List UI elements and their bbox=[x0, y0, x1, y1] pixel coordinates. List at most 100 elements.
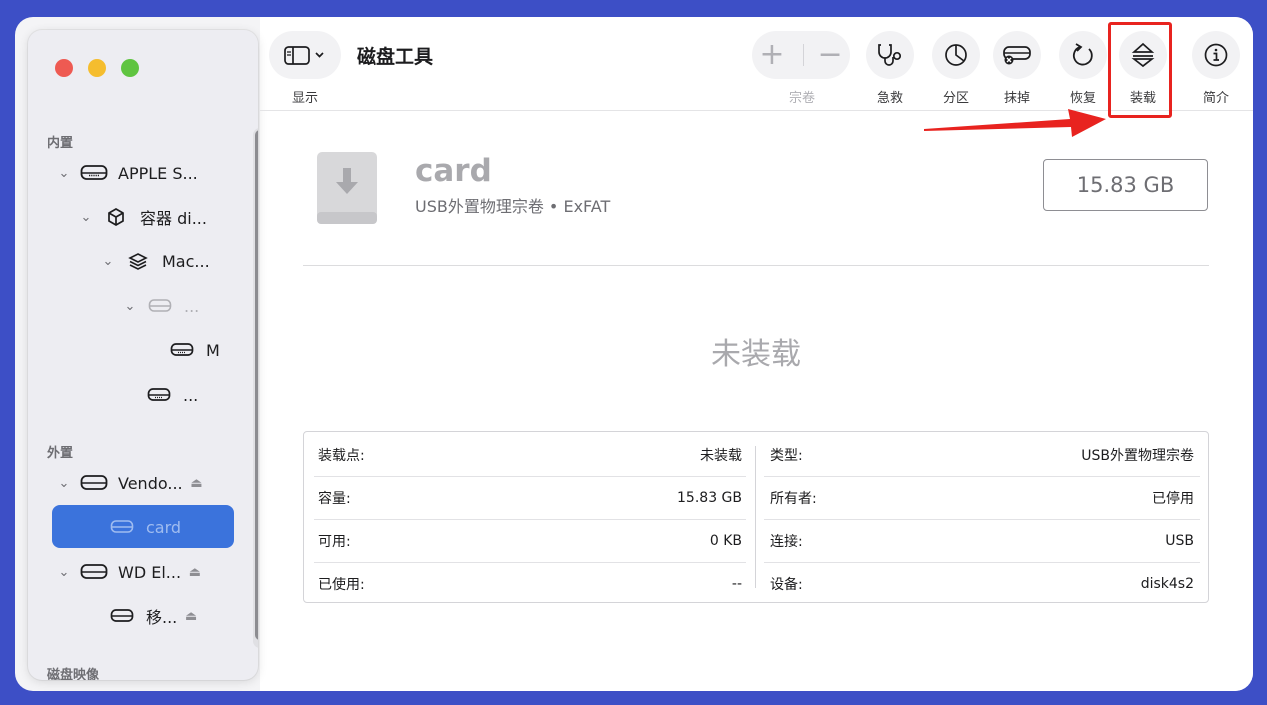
remove-volume-icon[interactable]: − bbox=[818, 40, 843, 70]
info-key: 可用: bbox=[318, 533, 351, 550]
table-row: 容量: 15.83 GB bbox=[318, 476, 742, 519]
column-divider bbox=[755, 446, 756, 588]
drive-dim-icon bbox=[146, 298, 174, 314]
first-aid-label: 急救 bbox=[876, 91, 903, 106]
eject-icon[interactable]: ⏏ bbox=[190, 476, 202, 491]
sidebar-item-mac-volume[interactable]: ⌄ Mac... bbox=[100, 246, 210, 276]
container-box-icon bbox=[102, 207, 130, 227]
table-row: 连接: USB bbox=[770, 519, 1194, 562]
sidebar-item-label: WD El... bbox=[118, 562, 182, 582]
info-key: 已使用: bbox=[318, 576, 365, 593]
volume-add-remove-group: + − bbox=[752, 31, 850, 79]
info-value: -- bbox=[731, 575, 742, 592]
annotation-arrow-icon bbox=[924, 109, 1106, 137]
drive-icon bbox=[168, 342, 196, 358]
chevron-down-icon[interactable]: ⌄ bbox=[56, 166, 72, 181]
pie-chart-icon bbox=[945, 44, 967, 66]
minimize-window-button[interactable] bbox=[88, 59, 106, 77]
drive-icon bbox=[108, 608, 136, 624]
info-value: 0 KB bbox=[709, 532, 742, 549]
info-value: 已停用 bbox=[1152, 490, 1194, 507]
sidebar-item-vendor-drive[interactable]: ⌄ Vendo... ⏏ bbox=[56, 468, 203, 498]
info-label: 简介 bbox=[1202, 91, 1229, 106]
sidebar-toggle-icon bbox=[284, 46, 324, 65]
info-key: 容量: bbox=[318, 490, 351, 507]
info-value: USB外置物理宗卷 bbox=[1081, 447, 1194, 464]
disk-utility-window: 内置 ⌄ APPLE S... ⌄ 容器 di... ⌄ Mac... ⌄ ..… bbox=[15, 17, 1253, 691]
sidebar-item-wd-elements[interactable]: ⌄ WD El... ⏏ bbox=[56, 557, 202, 587]
info-icon bbox=[1204, 43, 1228, 67]
table-row: 可用: 0 KB bbox=[318, 519, 742, 562]
info-value: USB bbox=[1165, 532, 1194, 549]
sidebar-item-snapshot[interactable]: ⌄ ... bbox=[122, 291, 200, 321]
disk-name: card bbox=[415, 153, 492, 189]
sidebar-item-m[interactable]: M bbox=[168, 335, 220, 365]
sidebar-item-portable[interactable]: 移... ⏏ bbox=[108, 601, 197, 631]
drive-icon bbox=[108, 519, 136, 535]
sidebar-item-label: Mac... bbox=[162, 251, 210, 271]
info-key: 连接: bbox=[770, 533, 803, 550]
sidebar-item-card[interactable]: card bbox=[108, 512, 181, 542]
sidebar-item-label: card bbox=[146, 517, 182, 537]
info-key: 装载点: bbox=[318, 447, 365, 464]
drive-icon bbox=[145, 387, 173, 403]
external-drive-icon bbox=[80, 474, 108, 492]
chevron-down-icon[interactable]: ⌄ bbox=[56, 476, 72, 491]
sidebar-item-apple-ssd[interactable]: ⌄ APPLE S... bbox=[56, 158, 198, 188]
capacity-badge: 15.83 GB bbox=[1043, 159, 1208, 211]
info-value: 15.83 GB bbox=[677, 489, 742, 506]
mount-status: 未装载 bbox=[711, 337, 801, 372]
table-row: 装载点: 未装载 bbox=[318, 433, 742, 476]
zoom-window-button[interactable] bbox=[121, 59, 139, 77]
sidebar-item-container[interactable]: ⌄ 容器 di... bbox=[78, 202, 207, 232]
partition-button[interactable] bbox=[932, 31, 980, 79]
sidebar-item-label: ... bbox=[184, 296, 200, 316]
restore-button[interactable] bbox=[1059, 31, 1107, 79]
table-row: 所有者: 已停用 bbox=[770, 476, 1194, 519]
eject-icon[interactable]: ⏏ bbox=[189, 565, 201, 580]
view-label: 显示 bbox=[291, 91, 318, 106]
chevron-down-icon[interactable]: ⌄ bbox=[100, 254, 116, 269]
sidebar-item-label: ... bbox=[183, 385, 199, 405]
sidebar-item-label: APPLE S... bbox=[118, 163, 198, 183]
sidebar-item-label: M bbox=[206, 340, 220, 360]
restore-arrow-icon bbox=[1072, 43, 1093, 66]
table-row: 已使用: -- bbox=[318, 562, 742, 605]
disk-subtitle: USB外置物理宗卷 • ExFAT bbox=[415, 197, 611, 216]
chevron-down-icon[interactable]: ⌄ bbox=[56, 565, 72, 580]
table-row: 设备: disk4s2 bbox=[770, 562, 1194, 605]
chevron-down-icon[interactable]: ⌄ bbox=[122, 299, 138, 314]
table-row: 类型: USB外置物理宗卷 bbox=[770, 433, 1194, 476]
section-internal: 内置 bbox=[47, 136, 74, 151]
eject-icon[interactable]: ⏏ bbox=[185, 609, 197, 624]
window-title: 磁盘工具 bbox=[357, 46, 434, 68]
info-button[interactable] bbox=[1192, 31, 1240, 79]
close-window-button[interactable] bbox=[55, 59, 73, 77]
section-disk-images: 磁盘映像 bbox=[47, 668, 100, 680]
chevron-down-icon[interactable]: ⌄ bbox=[78, 210, 94, 225]
first-aid-button[interactable] bbox=[866, 31, 914, 79]
info-key: 类型: bbox=[770, 447, 803, 464]
sidebar-scrollbar-thumb[interactable] bbox=[255, 130, 258, 640]
view-button[interactable] bbox=[269, 31, 341, 79]
erase-drive-icon bbox=[1003, 46, 1031, 65]
volume-group-divider bbox=[802, 44, 804, 66]
sidebar-item-label: Vendo... bbox=[118, 473, 183, 493]
add-volume-icon[interactable]: + bbox=[759, 40, 784, 70]
external-drive-icon bbox=[80, 563, 108, 581]
external-disk-icon bbox=[317, 152, 377, 224]
section-external: 外置 bbox=[47, 446, 74, 461]
erase-button[interactable] bbox=[993, 31, 1041, 79]
internal-drive-icon bbox=[80, 164, 108, 182]
sidebar: 内置 ⌄ APPLE S... ⌄ 容器 di... ⌄ Mac... ⌄ ..… bbox=[28, 30, 258, 680]
info-key: 所有者: bbox=[770, 490, 817, 507]
sidebar-item-data[interactable]: ... bbox=[145, 380, 198, 410]
info-key: 设备: bbox=[770, 576, 803, 593]
info-table: 装载点: 未装载 容量: 15.83 GB 可用: 0 KB 已使用: -- 类… bbox=[303, 431, 1209, 603]
sidebar-item-label: 容器 di... bbox=[140, 209, 207, 228]
info-value: disk4s2 bbox=[1140, 575, 1194, 592]
volume-label: 宗卷 bbox=[788, 91, 815, 106]
volume-layers-icon bbox=[124, 251, 152, 271]
stethoscope-icon bbox=[878, 44, 902, 66]
info-value: 未装载 bbox=[700, 447, 742, 464]
